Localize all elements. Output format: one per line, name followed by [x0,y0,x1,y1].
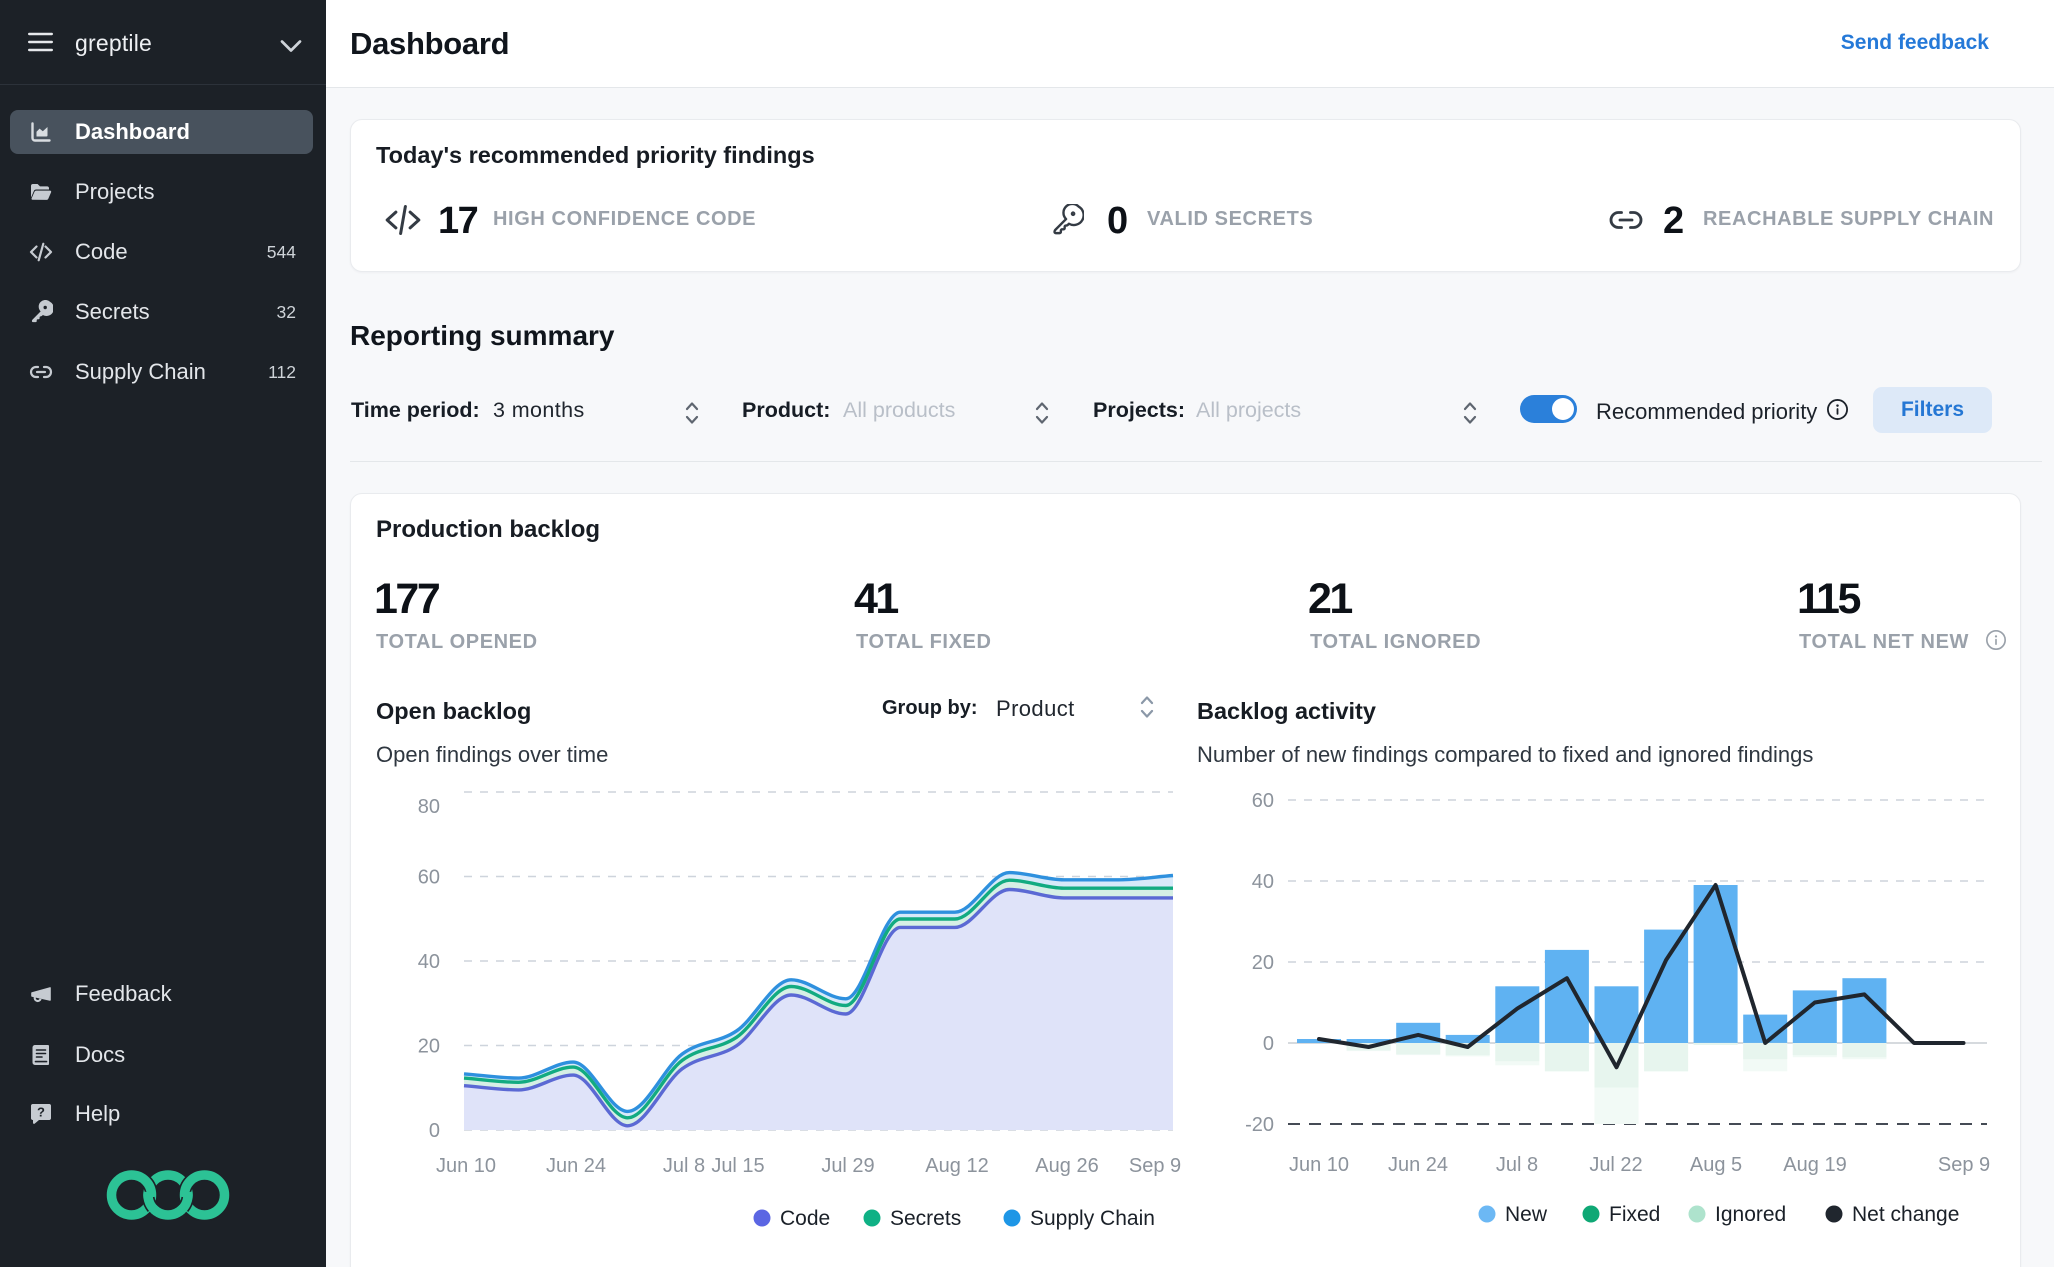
svg-text:-20: -20 [1245,1114,1274,1136]
svg-text:60: 60 [418,867,440,889]
svg-text:Supply Chain: Supply Chain [1030,1207,1155,1230]
svg-text:Aug 12: Aug 12 [925,1155,988,1177]
svg-text:0: 0 [1263,1033,1274,1055]
svg-text:Jun 24: Jun 24 [1388,1154,1448,1176]
svg-text:Sep 9: Sep 9 [1129,1155,1181,1177]
svg-text:60: 60 [1252,790,1274,812]
svg-text:Jun 10: Jun 10 [1289,1154,1349,1176]
svg-text:Aug 26: Aug 26 [1035,1155,1098,1177]
svg-text:Jul 15: Jul 15 [711,1155,764,1177]
svg-text:Jul 22: Jul 22 [1589,1154,1642,1176]
svg-text:80: 80 [418,796,440,818]
svg-text:40: 40 [418,951,440,973]
svg-text:Net change: Net change [1852,1203,1959,1226]
svg-text:Sep 9: Sep 9 [1938,1154,1990,1176]
svg-text:Jun 24: Jun 24 [546,1155,606,1177]
svg-text:40: 40 [1252,871,1274,893]
svg-text:Code: Code [780,1207,830,1230]
svg-text:20: 20 [1252,952,1274,974]
svg-text:Jul 8: Jul 8 [1496,1154,1538,1176]
svg-text:Ignored: Ignored [1715,1203,1786,1226]
svg-text:New: New [1505,1203,1548,1226]
svg-text:Secrets: Secrets [890,1207,961,1230]
svg-text:20: 20 [418,1036,440,1058]
svg-text:Jul 8: Jul 8 [663,1155,705,1177]
svg-text:?: ? [37,1105,45,1120]
svg-text:Jul 29: Jul 29 [821,1155,874,1177]
svg-text:0: 0 [429,1120,440,1142]
svg-text:Jun 10: Jun 10 [436,1155,496,1177]
svg-text:Aug 19: Aug 19 [1783,1154,1846,1176]
svg-text:Aug 5: Aug 5 [1690,1154,1742,1176]
svg-text:Fixed: Fixed [1609,1203,1660,1226]
